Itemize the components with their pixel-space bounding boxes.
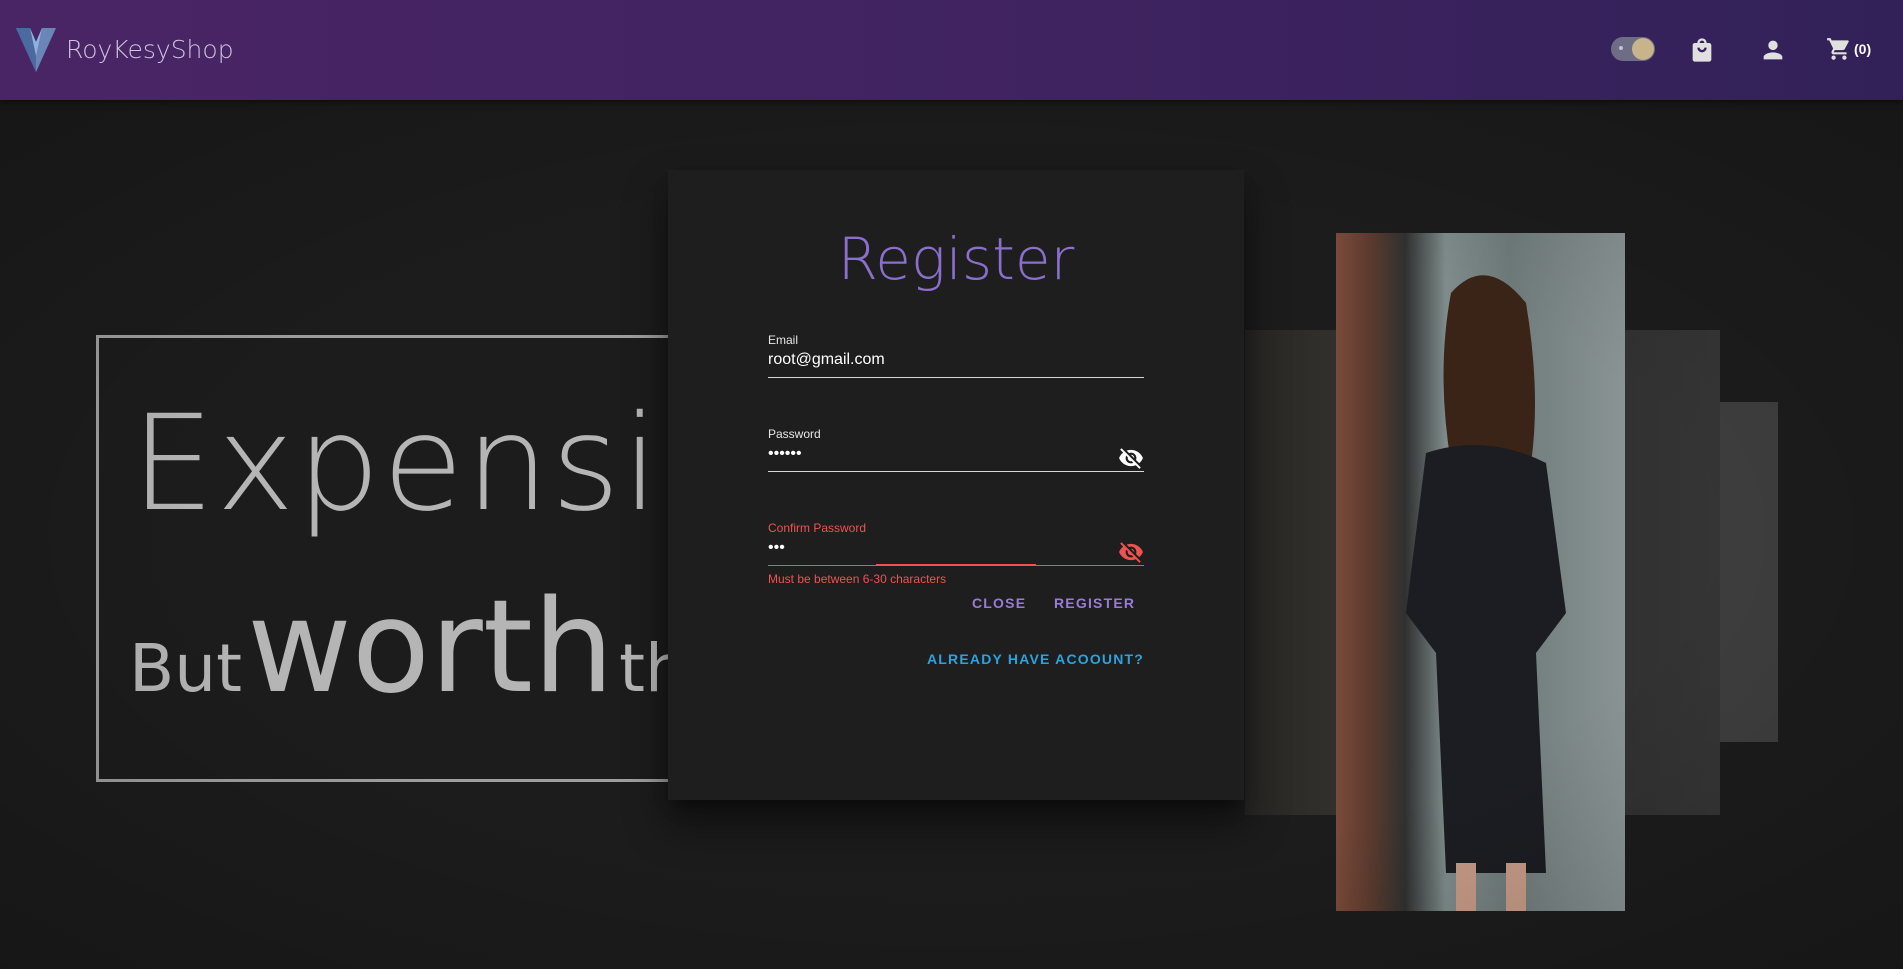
app-bar: RoyKesyShop (0) — [0, 0, 1903, 100]
brand[interactable]: RoyKesyShop — [16, 26, 234, 72]
hero-photo-background-edge — [1720, 402, 1778, 742]
hero-photo-model — [1336, 233, 1625, 911]
hero-subline-prefix: But — [129, 630, 242, 707]
password-underline — [768, 471, 1144, 472]
dark-mode-toggle[interactable] — [1611, 37, 1655, 61]
confirm-password-focus-line — [876, 564, 1036, 566]
cart-icon — [1827, 38, 1849, 60]
eye-off-icon[interactable] — [1118, 539, 1144, 565]
shopping-bag-icon[interactable] — [1688, 36, 1716, 64]
vuetify-logo-icon — [16, 28, 56, 72]
confirm-password-error: Must be between 6-30 characters — [768, 572, 947, 586]
password-value[interactable]: •••••• — [768, 445, 1144, 467]
moon-icon — [1619, 46, 1623, 50]
dialog-title: Register — [837, 225, 1075, 293]
close-button[interactable]: Close — [972, 595, 1026, 611]
email-underline — [768, 377, 1144, 378]
email-label: Email — [768, 333, 799, 347]
hero-subline: But worth the — [129, 573, 696, 722]
account-icon[interactable] — [1759, 36, 1787, 64]
cart-button[interactable]: (0) — [1826, 36, 1871, 62]
toggle-knob — [1632, 38, 1654, 60]
already-have-account-link[interactable]: Already have acoount? — [927, 651, 1144, 667]
password-label: Password — [768, 427, 821, 441]
hero-banner: Expensive But worth the — [96, 335, 696, 782]
email-value[interactable]: root@gmail.com — [768, 351, 1144, 373]
hero-headline: Expensive — [131, 387, 696, 541]
password-field[interactable]: Password •••••• — [768, 427, 1144, 472]
model-silhouette — [1406, 275, 1566, 911]
email-field[interactable]: Email root@gmail.com — [768, 333, 1144, 378]
register-dialog: Register Email root@gmail.com Password •… — [668, 170, 1244, 800]
hero-subline-emphasis: worth — [247, 573, 615, 722]
confirm-password-label: Confirm Password — [768, 521, 867, 535]
cart-count: (0) — [1854, 41, 1872, 57]
confirm-password-field[interactable]: Confirm Password ••• — [768, 521, 1144, 566]
confirm-password-value[interactable]: ••• — [768, 539, 1144, 561]
eye-off-icon[interactable] — [1118, 445, 1144, 471]
brand-name: RoyKesyShop — [66, 34, 234, 64]
register-button[interactable]: Register — [1054, 595, 1135, 611]
